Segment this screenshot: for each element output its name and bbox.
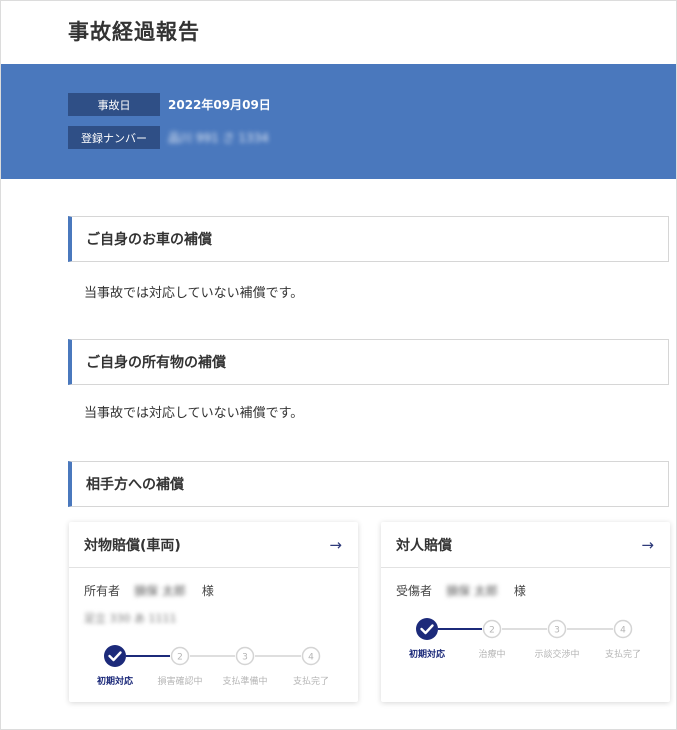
step-1-label: 初期対応: [408, 650, 446, 660]
owner-row: 所有者 損保 太郎 様: [84, 582, 214, 599]
svg-text:4: 4: [308, 653, 314, 663]
section-own-car-message: 当事故では対応していない補償です。: [84, 286, 304, 301]
card-title: 対物賠償(車両): [84, 537, 181, 554]
accident-date-value: 2022年09月09日: [168, 98, 271, 112]
plate-row: 登録ナンバー 品川 991 さ 1334: [68, 126, 269, 149]
step-3-indicator: 3: [547, 619, 567, 639]
section-own-car-header: ご自身のお車の補償: [68, 216, 669, 262]
svg-text:3: 3: [242, 653, 248, 663]
step-1-label: 初期対応: [96, 677, 134, 687]
plate-value: 品川 991 さ 1334: [168, 131, 269, 145]
injured-person-name: 損保 太郎: [446, 584, 498, 598]
stepper-track: 2 3 4: [104, 645, 321, 667]
step-4-indicator: 4: [301, 646, 321, 666]
progress-stepper: 2 3 4 初期対応 損害確認中 支払準備中 支払完了: [69, 644, 358, 687]
stepper-track: 2 3 4: [416, 618, 633, 640]
page-title: 事故経過報告: [68, 20, 200, 44]
step-4-label: 支払完了: [604, 650, 642, 660]
property-compensation-card[interactable]: 対物賠償(車両) → 所有者 損保 太郎 様 足立 330 あ 1111 2 3: [69, 522, 358, 702]
accident-date-row: 事故日 2022年09月09日: [68, 93, 271, 116]
card-header: 対人賠償 →: [381, 522, 670, 568]
arrow-right-icon[interactable]: →: [641, 536, 654, 554]
check-circle-icon: [416, 618, 438, 640]
injury-compensation-card[interactable]: 対人賠償 → 受傷者 損保 太郎 様 2 3 4 初期対応 治療中 示談交渉中 …: [381, 522, 670, 702]
step-3-label: 支払準備中: [222, 677, 268, 687]
progress-stepper: 2 3 4 初期対応 治療中 示談交渉中 支払完了: [381, 617, 670, 660]
section-own-property-message: 当事故では対応していない補償です。: [84, 406, 304, 421]
svg-text:2: 2: [489, 626, 495, 636]
step-4-label: 支払完了: [292, 677, 330, 687]
owner-label: 所有者: [84, 584, 121, 598]
injured-person-label: 受傷者: [396, 584, 433, 598]
arrow-right-icon[interactable]: →: [329, 536, 342, 554]
accident-summary-band: [1, 64, 676, 179]
step-3-indicator: 3: [235, 646, 255, 666]
vehicle-plate: 足立 330 あ 1111: [84, 612, 177, 625]
step-2-indicator: 2: [482, 619, 502, 639]
step-4-indicator: 4: [613, 619, 633, 639]
section-other-party-header: 相手方への補償: [68, 461, 669, 507]
svg-text:3: 3: [554, 626, 560, 636]
svg-text:4: 4: [620, 626, 626, 636]
honorific-suffix: 様: [201, 584, 214, 598]
section-own-property-header: ご自身の所有物の補償: [68, 339, 669, 385]
step-3-label: 示談交渉中: [534, 650, 580, 660]
card-header: 対物賠償(車両) →: [69, 522, 358, 568]
svg-text:2: 2: [177, 653, 183, 663]
step-2-label: 治療中: [478, 650, 506, 660]
check-circle-icon: [104, 645, 126, 667]
step-2-label: 損害確認中: [157, 677, 203, 687]
honorific-suffix: 様: [513, 584, 526, 598]
accident-date-label: 事故日: [68, 93, 160, 116]
injured-person-row: 受傷者 損保 太郎 様: [396, 582, 526, 599]
plate-label: 登録ナンバー: [68, 126, 160, 149]
step-2-indicator: 2: [170, 646, 190, 666]
card-title: 対人賠償: [396, 537, 452, 554]
owner-name: 損保 太郎: [134, 584, 186, 598]
